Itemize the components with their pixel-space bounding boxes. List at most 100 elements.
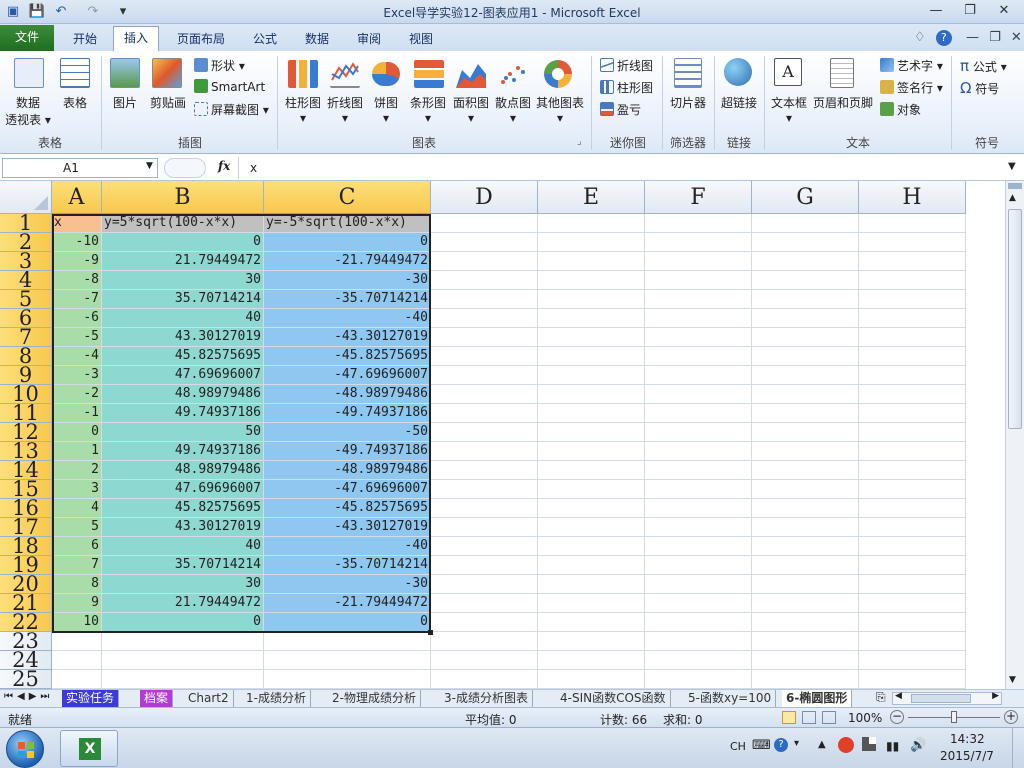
sheet-tab[interactable]: 3-成绩分析图表 [440,690,533,707]
empty-cell[interactable] [645,309,752,328]
language-indicator[interactable]: CH [730,740,746,753]
tab-page-layout[interactable]: 页面布局 [170,28,232,51]
empty-cell[interactable] [645,575,752,594]
empty-cell[interactable] [431,290,538,309]
data-cell[interactable]: 9 [52,594,102,613]
empty-cell[interactable] [538,423,645,442]
picture-button[interactable]: 图片 [106,94,144,111]
empty-cell[interactable] [752,423,859,442]
empty-cell[interactable] [431,328,538,347]
empty-cell[interactable] [538,214,645,233]
data-cell[interactable]: -35.70714214 [264,556,431,575]
fill-handle[interactable] [428,630,433,635]
empty-cell[interactable] [538,499,645,518]
tray-options-icon[interactable]: ▾ [794,738,799,749]
sheet-tab[interactable]: 实验任务 [62,690,120,707]
data-cell[interactable]: -40 [264,309,431,328]
empty-cell[interactable] [645,271,752,290]
empty-cell[interactable] [645,423,752,442]
empty-cell[interactable] [431,480,538,499]
empty-cell[interactable] [645,613,752,632]
slicer-button[interactable]: 切片器 [664,94,712,111]
data-cell[interactable]: -43.30127019 [264,328,431,347]
empty-cell[interactable] [859,670,966,689]
empty-cell[interactable] [645,404,752,423]
empty-cell[interactable] [859,290,966,309]
data-cell[interactable]: 45.82575695 [102,347,264,366]
empty-cell[interactable] [645,347,752,366]
empty-cell[interactable] [752,670,859,689]
expand-formula-icon[interactable]: ▼ [1008,161,1016,172]
empty-cell[interactable] [538,594,645,613]
data-cell[interactable]: 5 [52,518,102,537]
close-icon[interactable]: ✕ [990,2,1018,21]
empty-cell[interactable] [431,442,538,461]
zoom-slider-thumb[interactable] [951,711,957,723]
empty-cell[interactable] [645,556,752,575]
data-cell[interactable]: -5 [52,328,102,347]
sheet-navigation-icons[interactable]: ⏮◀▶⏭ [4,691,53,702]
column-header-e[interactable]: E [538,181,645,214]
formula-splitter[interactable] [164,158,206,178]
empty-cell[interactable] [538,309,645,328]
security-icon[interactable] [838,737,854,753]
column-header-f[interactable]: F [645,181,752,214]
column-chart-button[interactable]: 柱形图 ▾ [282,94,324,125]
empty-cell[interactable] [431,309,538,328]
sparkline-winloss-button[interactable]: 盈亏 [600,101,641,118]
empty-cell[interactable] [538,632,645,651]
empty-cell[interactable] [859,233,966,252]
empty-cell[interactable] [859,556,966,575]
keyboard-icon[interactable]: ⌨ [752,738,771,753]
empty-cell[interactable] [431,423,538,442]
empty-cell[interactable] [752,252,859,271]
volume-icon[interactable]: 🔊 [910,738,926,753]
empty-cell[interactable] [431,632,538,651]
split-box[interactable] [1008,183,1022,189]
empty-cell[interactable] [431,214,538,233]
empty-cell[interactable] [752,442,859,461]
empty-cell[interactable] [538,461,645,480]
sheet-tab[interactable]: 4-SIN函数COS函数 [556,690,671,707]
empty-cell[interactable] [645,518,752,537]
object-button[interactable]: 对象 [880,101,921,118]
tab-data[interactable]: 数据 [296,28,338,51]
data-cell[interactable]: 1 [52,442,102,461]
data-cell[interactable]: 21.79449472 [102,252,264,271]
empty-cell[interactable] [859,537,966,556]
start-button-icon[interactable] [6,730,44,768]
empty-cell[interactable] [645,480,752,499]
empty-cell[interactable] [752,309,859,328]
column-header-a[interactable]: A [52,181,102,214]
help-tray-icon[interactable]: ? [774,738,788,752]
empty-cell[interactable] [431,651,538,670]
restore-icon[interactable]: ❐ [956,2,984,21]
data-cell[interactable]: 48.98979486 [102,385,264,404]
empty-cell[interactable] [645,385,752,404]
empty-cell[interactable] [645,651,752,670]
empty-cell[interactable] [538,347,645,366]
data-cell[interactable]: 3 [52,480,102,499]
symbol-button[interactable]: Ω 符号 [960,79,999,97]
empty-cell[interactable] [859,423,966,442]
line-chart-button[interactable]: 折线图 ▾ [324,94,366,125]
empty-cell[interactable] [431,233,538,252]
data-cell[interactable]: 0 [264,613,431,632]
data-cell[interactable]: 43.30127019 [102,328,264,347]
empty-cell[interactable] [859,271,966,290]
page-break-view-icon[interactable] [822,711,836,724]
column-header-d[interactable]: D [431,181,538,214]
data-cell[interactable]: 21.79449472 [102,594,264,613]
empty-cell[interactable] [538,670,645,689]
empty-cell[interactable] [431,556,538,575]
empty-cell[interactable] [538,404,645,423]
smartart-button[interactable]: SmartArt [194,79,265,94]
empty-cell[interactable] [752,556,859,575]
empty-cell[interactable] [859,594,966,613]
empty-cell[interactable] [431,347,538,366]
bar-chart-button[interactable]: 条形图 ▾ [406,94,450,125]
row-header-25[interactable]: 25 [0,669,52,689]
worksheet-grid[interactable]: ABCDEFGH 1 2 3 4 5 6 7 8 9 10 11 12 13 14 15 16 17 18 19 20… [0,181,1005,689]
insert-function-icon[interactable]: fx [218,159,230,173]
empty-cell[interactable] [859,442,966,461]
